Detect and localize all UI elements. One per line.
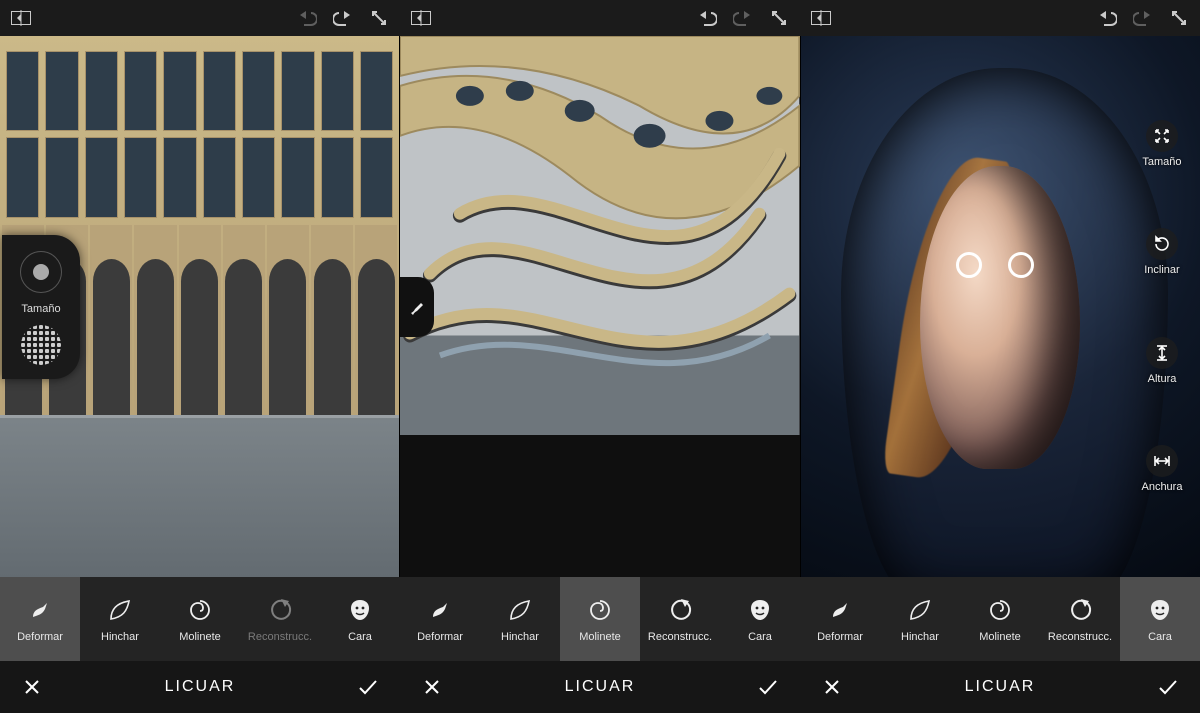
tool-molinete[interactable]: Molinete (560, 577, 640, 661)
confirm-button[interactable] (336, 677, 400, 697)
redo-icon[interactable] (332, 7, 354, 29)
tool-segment-1: Deformar Hinchar Molinete Reconstrucc. C… (0, 577, 400, 661)
bloat-icon (905, 595, 935, 625)
undo-icon[interactable] (296, 7, 318, 29)
rotate-icon (1146, 228, 1178, 260)
warp-icon (825, 595, 855, 625)
reconstruct-icon (665, 595, 695, 625)
tool-reconstrucc[interactable]: Reconstrucc. (240, 577, 320, 661)
canvas-panel-3[interactable]: Tamaño Inclinar Altura Anchura (801, 36, 1200, 577)
redo-icon[interactable] (1132, 7, 1154, 29)
canvas-row: Tamaño (0, 36, 1200, 577)
confirm-segment-3: LICUAR (800, 661, 1200, 713)
twirl-icon (585, 595, 615, 625)
face-tool-tilt[interactable]: Inclinar (1144, 228, 1179, 276)
app-root: Tamaño (0, 0, 1200, 713)
face-tools-panel: Tamaño Inclinar Altura Anchura (1130, 90, 1194, 523)
fullscreen-icon[interactable] (768, 7, 790, 29)
top-segment-1 (0, 0, 400, 36)
mode-title: LICUAR (64, 678, 336, 696)
twirl-icon (185, 595, 215, 625)
tool-cara[interactable]: Cara (720, 577, 800, 661)
undo-icon[interactable] (1096, 7, 1118, 29)
top-segment-3 (800, 0, 1200, 36)
canvas-panel-1[interactable]: Tamaño (0, 36, 400, 577)
tool-row: Deformar Hinchar Molinete Reconstrucc. C… (0, 577, 1200, 661)
fullscreen-icon[interactable] (368, 7, 390, 29)
cancel-button[interactable] (400, 677, 464, 697)
brush-hardness-grid[interactable] (21, 325, 61, 365)
confirm-row: LICUAR LICUAR LICUAR (0, 661, 1200, 713)
confirm-segment-2: LICUAR (400, 661, 800, 713)
redo-icon[interactable] (732, 7, 754, 29)
confirm-segment-1: LICUAR (0, 661, 400, 713)
bloat-icon (105, 595, 135, 625)
tool-molinete[interactable]: Molinete (960, 577, 1040, 661)
tool-deformar[interactable]: Deformar (0, 577, 80, 661)
tool-cara[interactable]: Cara (320, 577, 400, 661)
compare-icon[interactable] (10, 7, 32, 29)
mode-title: LICUAR (464, 678, 736, 696)
face-tool-height[interactable]: Altura (1146, 337, 1178, 385)
top-segment-2 (400, 0, 800, 36)
bloat-icon (505, 595, 535, 625)
fullscreen-icon[interactable] (1168, 7, 1190, 29)
confirm-button[interactable] (1136, 677, 1200, 697)
warp-icon (25, 595, 55, 625)
face-icon (1145, 595, 1175, 625)
top-bar (0, 0, 1200, 36)
canvas-panel-2[interactable] (400, 36, 800, 577)
tool-reconstrucc[interactable]: Reconstrucc. (1040, 577, 1120, 661)
reconstruct-icon (265, 595, 295, 625)
tool-reconstrucc[interactable]: Reconstrucc. (640, 577, 720, 661)
width-icon (1146, 445, 1178, 477)
face-icon (345, 595, 375, 625)
undo-icon[interactable] (696, 7, 718, 29)
expand-icon (1146, 120, 1178, 152)
tool-deformar[interactable]: Deformar (800, 577, 880, 661)
tool-segment-2: Deformar Hinchar Molinete Reconstrucc. C… (400, 577, 800, 661)
mode-title: LICUAR (864, 678, 1136, 696)
tool-hinchar[interactable]: Hinchar (480, 577, 560, 661)
brush-size-popover[interactable]: Tamaño (2, 235, 80, 379)
height-icon (1146, 337, 1178, 369)
face-icon (745, 595, 775, 625)
face-tool-size[interactable]: Tamaño (1142, 120, 1181, 168)
face-tool-width[interactable]: Anchura (1141, 445, 1182, 493)
brush-size-label: Tamaño (21, 303, 60, 315)
tool-molinete[interactable]: Molinete (160, 577, 240, 661)
twirl-icon (985, 595, 1015, 625)
reconstruct-icon (1065, 595, 1095, 625)
tool-cara[interactable]: Cara (1120, 577, 1200, 661)
brush-tab[interactable] (400, 277, 434, 337)
tool-segment-3: Deformar Hinchar Molinete Reconstrucc. C… (800, 577, 1200, 661)
brush-size-indicator[interactable] (20, 251, 62, 293)
tool-hinchar[interactable]: Hinchar (880, 577, 960, 661)
cancel-button[interactable] (0, 677, 64, 697)
tool-hinchar[interactable]: Hinchar (80, 577, 160, 661)
warp-icon (425, 595, 455, 625)
confirm-button[interactable] (736, 677, 800, 697)
compare-icon[interactable] (410, 7, 432, 29)
compare-icon[interactable] (810, 7, 832, 29)
cancel-button[interactable] (800, 677, 864, 697)
tool-deformar[interactable]: Deformar (400, 577, 480, 661)
